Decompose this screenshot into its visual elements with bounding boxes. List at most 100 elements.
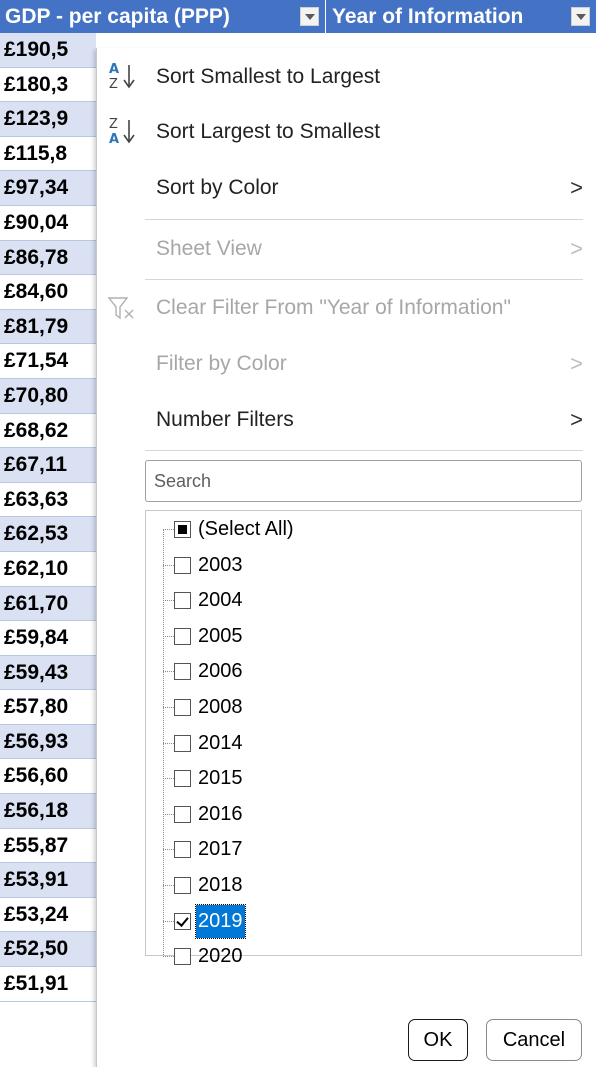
- filter-item-label: 2005: [198, 624, 243, 647]
- filter-item[interactable]: 2015: [163, 761, 563, 796]
- gdp-cell[interactable]: £180,3: [0, 68, 96, 103]
- gdp-cell[interactable]: £53,24: [0, 898, 96, 933]
- filter-item-label: 2003: [198, 553, 243, 576]
- checkbox[interactable]: [174, 877, 191, 894]
- year-column-header[interactable]: Year of Information: [326, 0, 596, 33]
- gdp-cell[interactable]: £57,80: [0, 690, 96, 725]
- filter-item[interactable]: 2016: [163, 797, 563, 832]
- gdp-cell[interactable]: £56,60: [0, 759, 96, 795]
- gdp-cell[interactable]: £52,50: [0, 932, 96, 968]
- gdp-cell[interactable]: £67,11: [0, 448, 96, 483]
- checkbox[interactable]: [174, 734, 191, 752]
- filter-item-label: 2018: [198, 874, 243, 896]
- filter-by-color-label: Filter by Color: [156, 352, 287, 375]
- tree-branch-line: [163, 671, 174, 673]
- menu-divider: [145, 219, 583, 220]
- gdp-cell[interactable]: £53,91: [0, 863, 96, 898]
- chevron-right-icon: >: [570, 175, 583, 200]
- sort-descending-menu-item[interactable]: Z A Sort Largest to Smallest: [97, 112, 596, 152]
- checkbox[interactable]: [174, 627, 191, 645]
- select-all-item[interactable]: (Select All): [163, 512, 563, 547]
- checkbox[interactable]: [174, 912, 191, 930]
- filter-item[interactable]: 2018: [163, 868, 563, 903]
- gdp-cell[interactable]: £84,60: [0, 275, 96, 310]
- filter-item[interactable]: 2006: [163, 654, 563, 689]
- excel-sheet: GDP - per capita (PPP) Year of Informati…: [0, 0, 596, 1067]
- tree-branch-line: [163, 956, 174, 958]
- gdp-cell[interactable]: £63,63: [0, 483, 96, 518]
- number-filters-label: Number Filters: [156, 408, 294, 431]
- sort-descending-label: Sort Largest to Smallest: [156, 120, 381, 143]
- filter-dropdown-panel: A Z Sort Smallest to Largest Z A Sort La…: [96, 48, 596, 1067]
- gdp-column: £190,5 £180,3 £123,9 £115,8 £97,34 £90,04 £86,…: [0, 33, 96, 1002]
- cancel-button[interactable]: Cancel: [486, 1019, 582, 1061]
- sort-by-color-label: Sort by Color: [156, 176, 279, 199]
- sort-ascending-label: Sort Smallest to Largest: [156, 65, 381, 88]
- gdp-cell[interactable]: £56,93: [0, 724, 96, 760]
- gdp-cell[interactable]: £190,5: [0, 33, 96, 68]
- gdp-cell[interactable]: £55,87: [0, 829, 96, 864]
- chevron-right-icon: >: [570, 236, 583, 261]
- checkbox[interactable]: [174, 770, 191, 788]
- tree-branch-line: [163, 885, 174, 886]
- gdp-cell[interactable]: £90,04: [0, 206, 96, 241]
- gdp-filter-dropdown-icon[interactable]: [300, 7, 319, 26]
- filter-item-label: 2019: [195, 903, 246, 939]
- gdp-cell[interactable]: £68,62: [0, 414, 96, 449]
- sort-by-color-menu-item[interactable]: Sort by Color >: [97, 168, 596, 208]
- tree-branch-line: [163, 813, 174, 815]
- filter-values-list[interactable]: (Select All) 2003 2004 2005 2006 2008 2014 2015…: [145, 510, 582, 967]
- gdp-cell[interactable]: £123,9: [0, 102, 96, 137]
- filter-item[interactable]: 2004: [163, 583, 563, 618]
- search-input[interactable]: Search: [145, 460, 582, 502]
- checkbox[interactable]: [174, 556, 191, 574]
- filter-item[interactable]: 2019: [163, 903, 563, 939]
- year-filter-dropdown-icon[interactable]: [571, 7, 590, 26]
- gdp-cell[interactable]: £86,78: [0, 240, 96, 276]
- gdp-column-title: GDP - per capita (PPP): [5, 5, 230, 28]
- checkbox[interactable]: [174, 663, 191, 681]
- svg-text:Z: Z: [109, 77, 118, 92]
- gdp-cell[interactable]: £61,70: [0, 586, 96, 622]
- filter-by-color-menu-item: Filter by Color >: [97, 344, 596, 384]
- tree-branch-line: [163, 635, 174, 637]
- filter-item[interactable]: 2020: [163, 939, 563, 974]
- gdp-cell[interactable]: £81,79: [0, 309, 96, 345]
- filter-item[interactable]: 2003: [163, 548, 563, 583]
- gdp-cell[interactable]: £51,91: [0, 967, 96, 1002]
- clear-filter-label: Clear Filter From "Year of Information": [156, 296, 511, 319]
- search-placeholder: Search: [154, 471, 212, 491]
- gdp-cell[interactable]: £62,10: [0, 552, 96, 587]
- tree-branch-line: [163, 707, 174, 708]
- filter-item[interactable]: 2008: [163, 690, 563, 725]
- filter-item[interactable]: 2017: [163, 832, 563, 867]
- gdp-cell[interactable]: £71,54: [0, 344, 96, 379]
- filter-item-label: 2017: [198, 838, 243, 861]
- ok-button[interactable]: OK: [408, 1019, 468, 1061]
- tree-branch-line: [163, 529, 174, 530]
- gdp-cell[interactable]: £56,18: [0, 794, 96, 829]
- sort-ascending-menu-item[interactable]: A Z Sort Smallest to Largest: [97, 57, 596, 97]
- tree-branch-line: [163, 564, 174, 566]
- gdp-column-header[interactable]: GDP - per capita (PPP): [0, 0, 325, 33]
- filter-item[interactable]: 2014: [163, 726, 563, 761]
- gdp-cell[interactable]: £97,34: [0, 171, 96, 206]
- gdp-cell[interactable]: £115,8: [0, 137, 96, 172]
- gdp-cell[interactable]: £70,80: [0, 378, 96, 414]
- tree-branch-line: [163, 742, 174, 744]
- number-filters-menu-item[interactable]: Number Filters >: [97, 400, 596, 440]
- gdp-cell[interactable]: £62,53: [0, 517, 96, 552]
- checkbox[interactable]: [174, 841, 191, 859]
- sheet-view-menu-item: Sheet View >: [97, 229, 596, 269]
- filter-item[interactable]: 2005: [163, 619, 563, 654]
- checkbox[interactable]: [174, 805, 191, 823]
- checkbox[interactable]: [174, 948, 191, 966]
- gdp-cell[interactable]: £59,84: [0, 621, 96, 656]
- filter-item-label: (Select All): [198, 518, 294, 540]
- menu-divider: [145, 279, 583, 280]
- checkbox[interactable]: [174, 521, 191, 538]
- gdp-cell[interactable]: £59,43: [0, 655, 96, 691]
- checkbox[interactable]: [174, 699, 191, 716]
- checkbox[interactable]: [174, 592, 191, 610]
- sheet-view-label: Sheet View: [156, 237, 262, 260]
